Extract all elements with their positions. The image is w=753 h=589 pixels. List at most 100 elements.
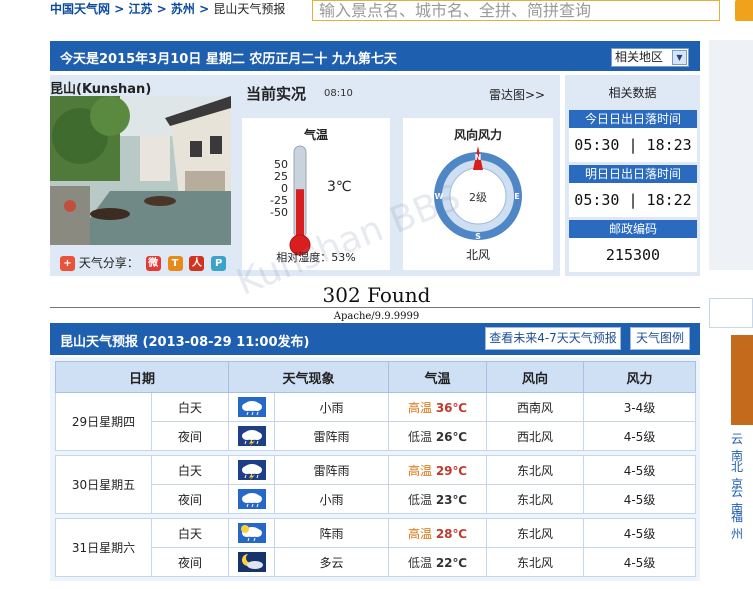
temp-value: 22℃ — [435, 555, 468, 570]
period-label: 白天 — [150, 518, 230, 548]
temp-value: 36℃ — [435, 400, 468, 415]
wind-direction-cell: 东北风 — [486, 455, 585, 485]
sidebar-link[interactable]: 福州 — [731, 508, 753, 542]
thundershower-icon — [237, 426, 266, 446]
light-rain-icon — [237, 489, 266, 509]
weather-icon-cell — [228, 518, 276, 548]
period-label: 夜间 — [150, 484, 230, 514]
breadcrumb-separator: > — [194, 2, 214, 16]
cloudy-night-icon — [237, 552, 266, 572]
temperature-cell: 高温 29℃ — [388, 455, 488, 485]
wind-direction-cell: 西南风 — [486, 392, 585, 422]
tencent-weibo-icon[interactable]: T — [167, 256, 183, 271]
period-label: 白天 — [150, 392, 230, 422]
forecast-row: 夜间 小雨 低温 23℃ 东北风 4-5级 — [56, 484, 697, 514]
breadcrumb-current: 昆山天气预报 — [213, 2, 286, 16]
date-text: 今天是2015年3月10日 星期二 农历正月二十 九九第七天 — [60, 52, 397, 67]
weather-icon-cell — [228, 455, 276, 485]
forecast-header: 昆山天气预报 (2013-08-29 11:00发布) 查看未来4-7天天气预报… — [50, 323, 700, 355]
region-select[interactable]: 相关地区 ▼ — [611, 48, 689, 67]
sidebar-thumbnail[interactable] — [731, 335, 753, 425]
header-temperature: 气温 — [388, 361, 488, 393]
header-wind-force: 风力 — [583, 361, 697, 393]
breadcrumb-province-link[interactable]: 江苏 — [128, 2, 152, 16]
weather-text: 多云 — [274, 547, 390, 577]
temp-value: 26℃ — [435, 429, 468, 444]
forecast-row: 29日星期四 白天 小雨 高温 36℃ 西南风 3-4级 — [55, 392, 697, 451]
plus-icon[interactable]: + — [60, 256, 75, 271]
sidebar-tab[interactable] — [709, 298, 753, 328]
compass-letter: S — [475, 232, 481, 241]
temperature-cell: 低温 22℃ — [388, 547, 488, 577]
compass-letter: N — [475, 153, 482, 162]
today-sun-value: 05:30 | 18:23 — [569, 128, 697, 162]
temp-label: 高温 — [407, 400, 432, 415]
weather-text: 小雨 — [274, 484, 390, 514]
temp-label: 高温 — [407, 463, 432, 478]
breadcrumb-separator: > — [110, 2, 129, 16]
wind-direction-cell: 东北风 — [486, 484, 585, 514]
chevron-down-icon[interactable]: ▼ — [672, 50, 687, 65]
temperature-cell: 低温 23℃ — [388, 484, 488, 514]
postcode-value: 215300 — [569, 238, 697, 272]
renren-icon[interactable]: 人 — [189, 256, 205, 271]
forecast-table-wrapper: 日期 天气现象 气温 风向 风力 29日星期四 白天 小雨 高温 36℃ 西南风 3-4级… — [50, 357, 700, 581]
temperature-cell: 高温 36℃ — [388, 392, 488, 422]
today-sun-label: 今日日出日落时间 — [569, 110, 697, 128]
related-data-title: 相关数据 — [608, 86, 657, 100]
right-sidebar: 云南 北京 云南 福州 — [709, 40, 753, 585]
wind-force-cell: 4-5级 — [583, 518, 697, 548]
current-conditions-title: 当前实况 — [246, 85, 307, 103]
header-date: 日期 — [54, 361, 230, 393]
error-server: Apache/9.9.9999 — [333, 311, 420, 322]
search-button[interactable] — [735, 0, 753, 21]
wind-force-cell: 4-5级 — [583, 547, 697, 577]
wind-force-cell: 3-4级 — [583, 392, 697, 422]
thermometer-tick-label: -50 — [270, 206, 288, 219]
wind-direction: 北风 — [465, 248, 490, 262]
weibo-icon[interactable]: 微 — [145, 256, 161, 271]
qzone-icon[interactable]: P — [211, 256, 227, 271]
city-name: 昆山(Kunshan) — [50, 82, 152, 97]
period-label: 夜间 — [150, 421, 230, 451]
compass-letter: E — [514, 192, 519, 201]
wind-direction-cell: 东北风 — [486, 547, 585, 577]
more-forecast-button[interactable]: 查看未来4-7天天气预报 — [485, 327, 621, 350]
date-bar: 今天是2015年3月10日 星期二 农历正月二十 九九第七天 相关地区 ▼ — [50, 41, 700, 71]
tomorrow-sun-label: 明日日出日落时间 — [569, 165, 697, 183]
observation-time: 08:10 — [324, 88, 353, 99]
forecast-date: 31日星期六 — [55, 518, 152, 577]
breadcrumb-city-link[interactable]: 苏州 — [171, 2, 195, 16]
weather-text: 雷阵雨 — [274, 455, 390, 485]
temp-value: 28℃ — [435, 526, 468, 541]
header-weather: 天气现象 — [228, 361, 390, 393]
city-photo — [50, 96, 231, 245]
forecast-date: 30日星期五 — [55, 455, 152, 514]
light-rain-icon — [237, 397, 266, 417]
weather-legend-button[interactable]: 天气图例 — [630, 327, 690, 350]
temperature-cell: 低温 26℃ — [388, 421, 488, 451]
weather-text: 雷阵雨 — [274, 421, 390, 451]
postcode-label: 邮政编码 — [569, 220, 697, 238]
error-title: 302 Found — [322, 283, 431, 307]
breadcrumb-site-link[interactable]: 中国天气网 — [50, 2, 110, 16]
forecast-row: 31日星期六 白天 阵雨 高温 28℃ 东北风 4-5级 — [55, 518, 697, 577]
weather-text: 小雨 — [274, 392, 390, 422]
sidebar-panel — [709, 40, 753, 270]
search-input[interactable]: 输入景点名、城市名、全拼、简拼查询 — [312, 0, 720, 21]
weather-icon-cell — [228, 421, 276, 451]
forecast-row: 30日星期五 白天 雷阵雨 高温 29℃ 东北风 4-5级 — [55, 455, 697, 514]
temp-label: 低温 — [407, 555, 432, 570]
temp-value: 23℃ — [435, 492, 468, 507]
wind-direction-cell: 东北风 — [486, 518, 585, 548]
radar-link[interactable]: 雷达图>> — [489, 86, 545, 103]
tomorrow-sun-value: 05:30 | 18:22 — [569, 183, 697, 217]
temp-label: 高温 — [407, 526, 432, 541]
breadcrumb: 中国天气网 > 江苏 > 苏州 > 昆山天气预报 — [50, 0, 285, 20]
forecast-title: 昆山天气预报 (2013-08-29 11:00发布) — [60, 335, 310, 350]
temp-label: 低温 — [407, 492, 432, 507]
breadcrumb-separator: > — [152, 2, 171, 16]
period-label: 夜间 — [150, 547, 230, 577]
wind-direction-cell: 西北风 — [486, 421, 585, 451]
weather-icon-cell — [228, 484, 276, 514]
